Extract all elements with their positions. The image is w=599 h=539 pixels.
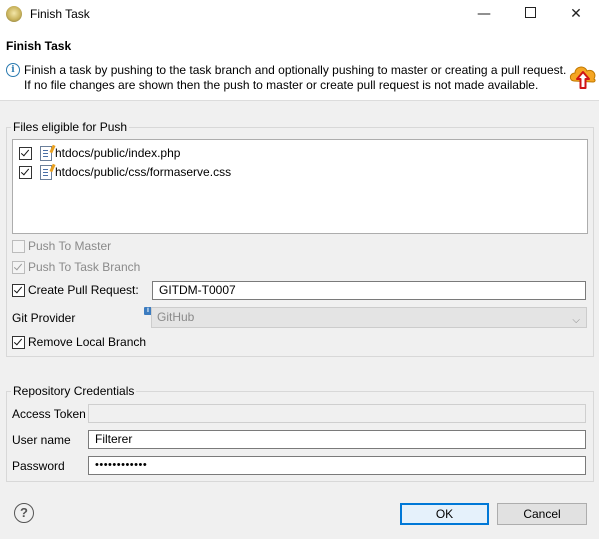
- file-checkbox[interactable]: [19, 147, 32, 160]
- maximize-button[interactable]: [507, 0, 553, 29]
- file-list[interactable]: htdocs/public/index.php htdocs/public/cs…: [12, 139, 588, 234]
- dialog-header: Finish Task i Finish a task by pushing t…: [0, 29, 599, 101]
- cancel-button[interactable]: Cancel: [497, 503, 587, 525]
- info-message-line2: If no file changes are shown then the pu…: [24, 78, 539, 92]
- push-to-master-checkbox[interactable]: [12, 240, 25, 253]
- credentials-group-label: Repository Credentials: [11, 384, 137, 398]
- push-to-task-branch-checkbox[interactable]: [12, 261, 25, 274]
- create-pull-request-label: Create Pull Request:: [28, 283, 139, 297]
- user-name-label: User name: [12, 433, 71, 447]
- files-group-label: Files eligible for Push: [11, 120, 130, 134]
- minimize-button[interactable]: —: [461, 0, 507, 29]
- remove-local-branch-checkbox[interactable]: [12, 336, 25, 349]
- git-provider-label: Git Provider: [12, 311, 76, 325]
- info-message-line1: Finish a task by pushing to the task bra…: [24, 63, 567, 77]
- access-token-input[interactable]: [88, 404, 586, 423]
- git-provider-value: GitHub: [157, 310, 195, 324]
- dialog-title: Finish Task: [6, 39, 72, 53]
- close-button[interactable]: ✕: [553, 0, 599, 29]
- eclipse-app-icon: [6, 6, 22, 22]
- user-name-input[interactable]: Filterer: [88, 430, 586, 449]
- create-pull-request-checkbox[interactable]: [12, 284, 25, 297]
- title-bar: Finish Task — ✕: [0, 0, 599, 29]
- chevron-down-icon: ⌵: [572, 315, 580, 326]
- pull-request-name-input[interactable]: GITDM-T0007: [152, 281, 586, 300]
- password-input[interactable]: ••••••••••••: [88, 456, 586, 475]
- window-title: Finish Task: [30, 7, 90, 21]
- file-path: htdocs/public/css/formaserve.css: [55, 165, 232, 179]
- git-provider-select[interactable]: GitHub ⌵: [151, 307, 587, 328]
- cloud-upload-icon: [569, 66, 596, 89]
- info-icon: i: [6, 63, 20, 77]
- access-token-label: Access Token: [12, 407, 86, 421]
- remove-local-branch-label: Remove Local Branch: [28, 335, 147, 349]
- ok-button[interactable]: OK: [400, 503, 489, 525]
- push-to-master-label: Push To Master: [28, 239, 112, 253]
- file-checkbox[interactable]: [19, 166, 32, 179]
- push-to-task-branch-label: Push To Task Branch: [28, 260, 141, 274]
- file-icon: [40, 165, 52, 180]
- help-icon[interactable]: ?: [14, 503, 34, 523]
- file-path: htdocs/public/index.php: [55, 146, 181, 160]
- password-label: Password: [12, 459, 65, 473]
- maximize-icon: [524, 7, 536, 18]
- file-icon: [40, 146, 52, 161]
